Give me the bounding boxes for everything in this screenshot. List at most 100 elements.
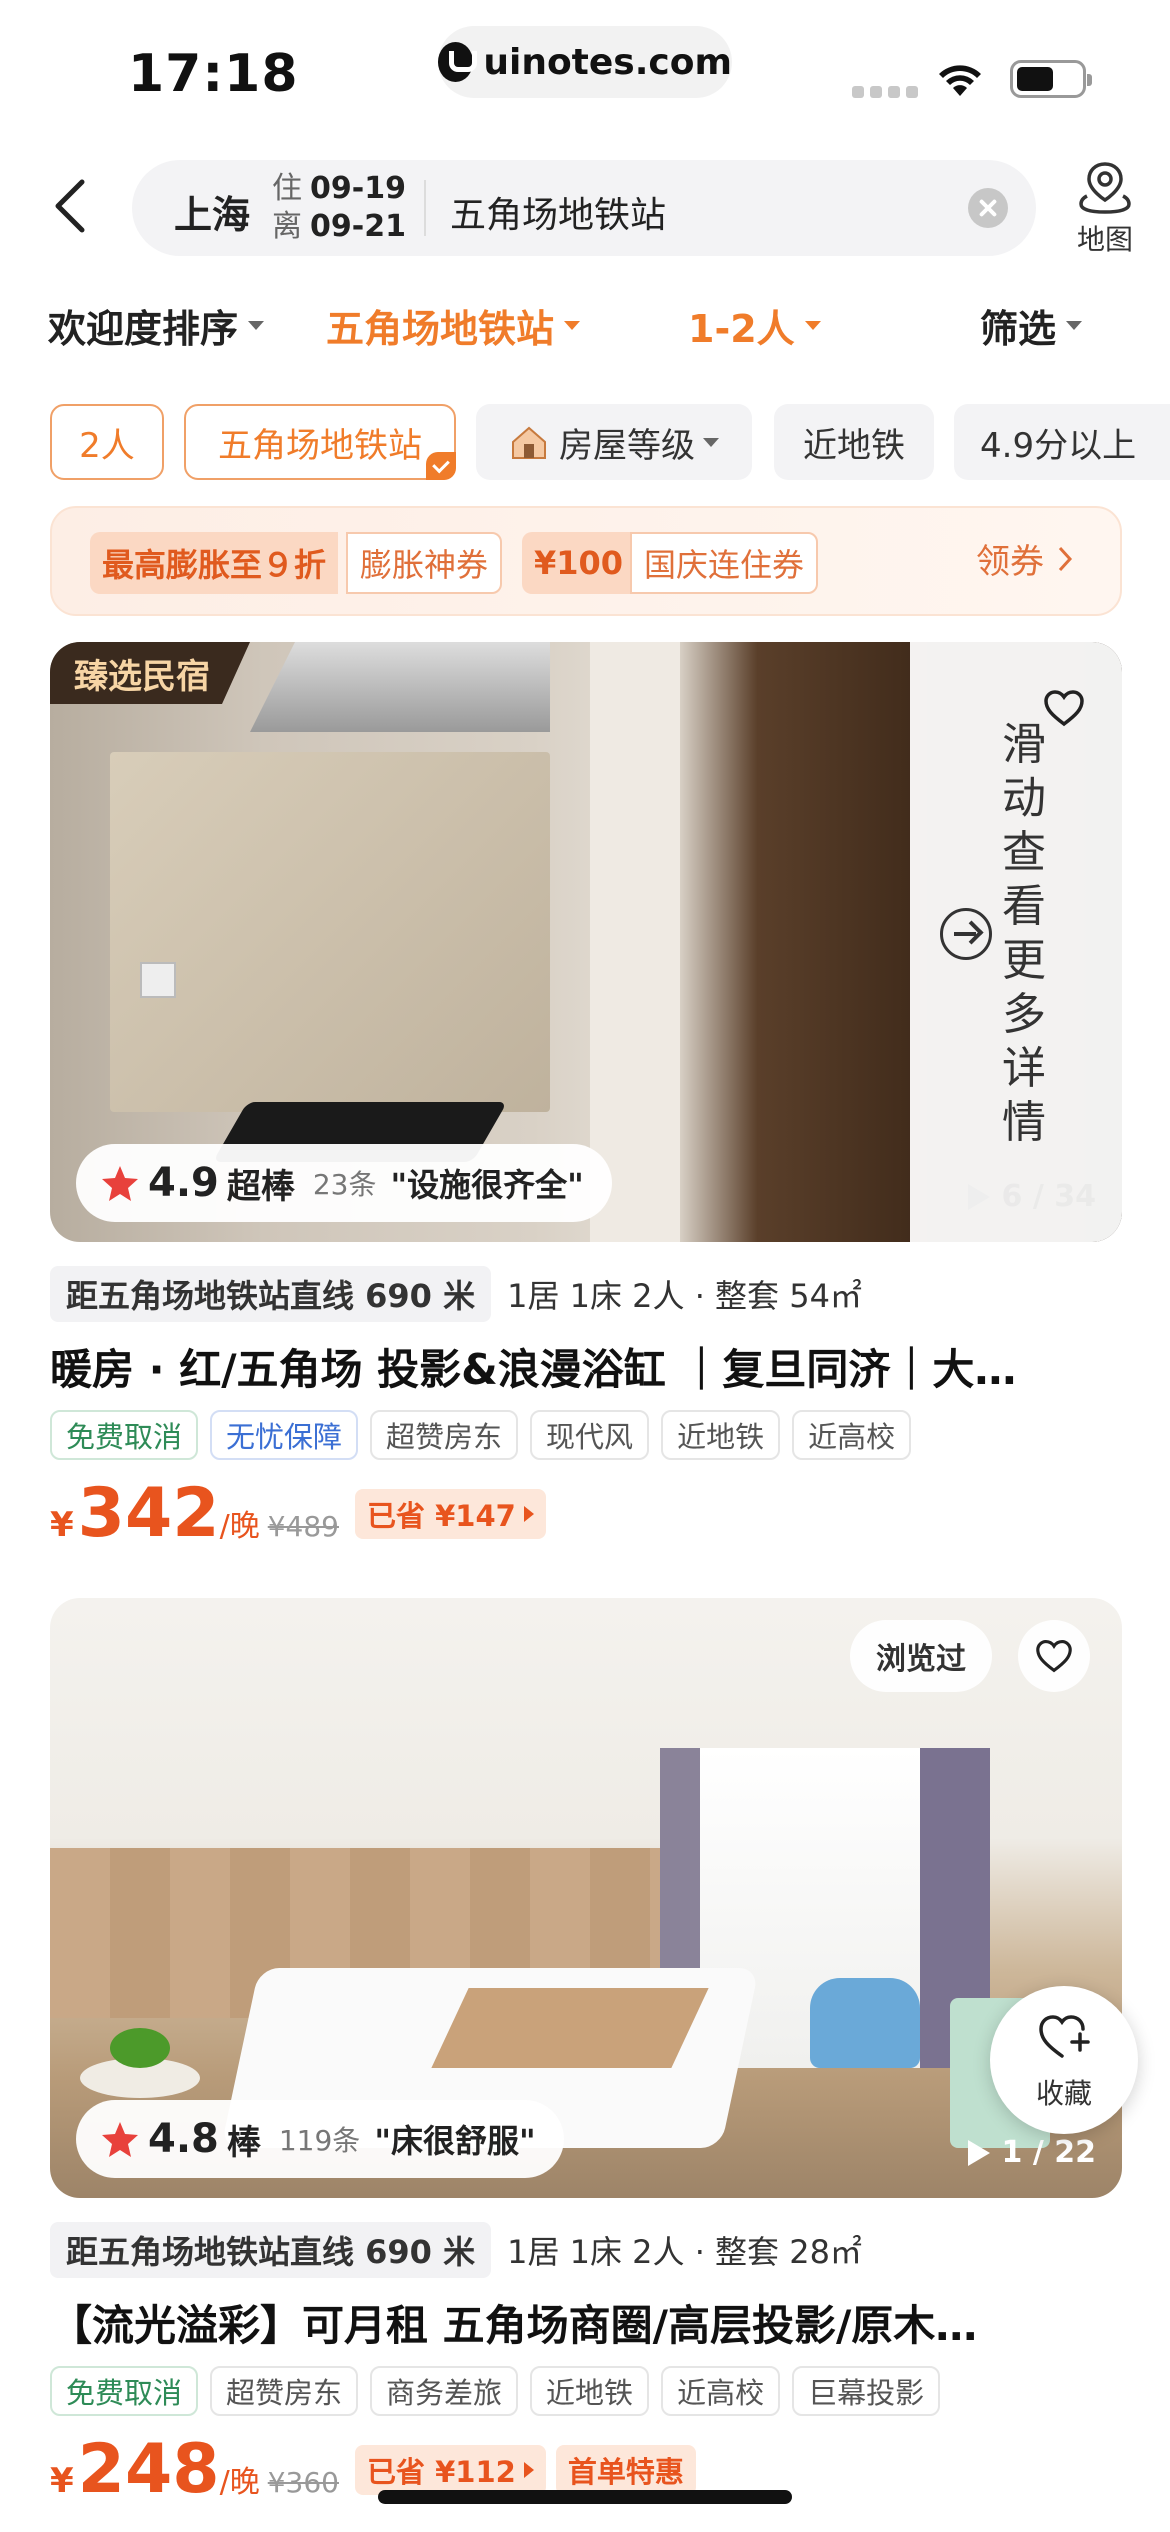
checkout-label: 离 <box>272 209 302 244</box>
collect-button[interactable]: 收藏 <box>990 1986 1138 2134</box>
tag: 近地铁 <box>661 1410 781 1460</box>
sort-popularity-label: 欢迎度排序 <box>48 307 239 351</box>
coupon-amount-tag: ¥100 <box>522 532 636 594</box>
tag: 近高校 <box>661 2366 781 2416</box>
listing-meta: 距五角场地铁站直线 690 米 1居 1床 2人 · 整套 54㎡ <box>50 1264 862 1324</box>
photo-counter: 1 / 22 <box>967 2135 1096 2170</box>
listing-title[interactable]: 暖房 · 红/五角场 投影&浪漫浴缸 ｜复旦同济｜大… <box>50 1336 1120 1397</box>
caret-down-icon <box>804 321 821 330</box>
rating-pill: 4.8 棒 119条 "床很舒服" <box>76 2100 564 2178</box>
status-time: 17:18 <box>128 44 299 104</box>
clear-icon[interactable] <box>968 188 1008 228</box>
url-pill[interactable]: uinotes.com <box>438 26 732 98</box>
tag: 免费取消 <box>50 1410 199 1460</box>
listing-title[interactable]: 【流光溢彩】可月租 五角场商圈/高层投影/原木… <box>50 2292 1120 2353</box>
chip-rating-4-9[interactable]: 4.9分以上 <box>954 404 1170 480</box>
search-bar[interactable]: 上海 住 09-19 离 09-21 五角场地铁站 <box>132 160 1036 256</box>
price: 342 <box>77 1474 220 1553</box>
wifi-icon <box>939 65 981 96</box>
chip-label: 房屋等级 <box>559 425 695 466</box>
battery-icon <box>1010 60 1092 98</box>
date-range[interactable]: 住 09-19 离 09-21 <box>272 170 406 246</box>
original-price: ¥360 <box>267 2466 339 2499</box>
favorite-button[interactable] <box>1018 1620 1090 1692</box>
price-row: ¥ 342 /晚 ¥489 已省 ¥147 <box>50 1474 546 1553</box>
photo-counter-text: 6 / 34 <box>1001 1179 1096 1214</box>
checkin-label: 住 <box>272 171 302 206</box>
coupon-boost-tag: 最高膨胀至９折 <box>90 532 339 594</box>
rating-word: 超棒 <box>226 1166 295 1207</box>
listing-photo[interactable]: 臻选民宿 滑动查看更多详情 6 / 34 4.9 超棒 23条 "设施很齐全" <box>50 642 1122 1242</box>
curated-badge: 臻选民宿 <box>50 642 250 704</box>
listing-tags: 免费取消 超赞房东 商务差旅 近地铁 近高校 巨幕投影 <box>50 2366 941 2416</box>
checkin-date: 09-19 <box>310 171 406 206</box>
chip-label: 五角场地铁站 <box>218 425 422 466</box>
tag: 商务差旅 <box>370 2366 519 2416</box>
swipe-more-text: 滑动查看更多详情 <box>1002 719 1046 1148</box>
sort-location-label: 五角场地铁站 <box>326 307 555 351</box>
currency: ¥ <box>50 1505 74 1545</box>
star-icon <box>102 1166 138 1201</box>
chip-near-metro[interactable]: 近地铁 <box>774 404 934 480</box>
saved-label: 已省 ¥112 <box>367 2454 516 2489</box>
chip-location[interactable]: 五角场地铁站 <box>184 404 456 480</box>
house-icon <box>512 426 546 459</box>
caret-down-icon <box>248 321 265 330</box>
cellular-signal-icon <box>852 86 918 98</box>
original-price: ¥489 <box>267 1510 339 1543</box>
sort-filter[interactable]: 筛选 <box>980 298 1083 353</box>
listing-photo[interactable]: 浏览过 1 / 22 4.8 棒 119条 "床很舒服" <box>50 1598 1122 2198</box>
chip-house-level[interactable]: 房屋等级 <box>476 404 752 480</box>
saved-badge[interactable]: 已省 ¥147 <box>355 1488 546 1539</box>
swipe-more-panel[interactable]: 滑动查看更多详情 <box>910 642 1122 1242</box>
tag: 无忧保障 <box>210 1410 359 1460</box>
photo-counter: 6 / 34 <box>967 1179 1096 1214</box>
tag: 超赞房东 <box>210 2366 359 2416</box>
search-divider <box>424 180 426 236</box>
distance-badge: 距五角场地铁站直线 690 米 <box>50 2222 492 2278</box>
viewed-badge: 浏览过 <box>850 1620 992 1692</box>
back-arrow-icon[interactable] <box>44 176 104 236</box>
coupon-banner[interactable]: 最高膨胀至９折 膨胀神券 ¥100 国庆连住券 领券 <box>50 506 1122 616</box>
city-label[interactable]: 上海 <box>174 184 250 239</box>
tag: 免费取消 <box>50 2366 199 2416</box>
photo-counter-text: 1 / 22 <box>1001 2135 1096 2170</box>
search-keyword[interactable]: 五角场地铁站 <box>450 186 666 238</box>
room-info: 1居 1床 2人 · 整套 54㎡ <box>507 1277 862 1315</box>
map-button[interactable]: 地图 <box>1060 160 1150 256</box>
arrow-right-circle-icon <box>940 908 992 960</box>
check-icon <box>426 452 456 480</box>
chip-label: 近地铁 <box>803 425 905 466</box>
heart-plus-icon <box>1039 2015 1090 2058</box>
tag: 近地铁 <box>530 2366 650 2416</box>
tag: 现代风 <box>530 1410 650 1460</box>
filter-chips: 2人 五角场地铁站 房屋等级 近地铁 4.9分以上 <box>0 404 1170 482</box>
sort-row: 欢迎度排序 五角场地铁站 1-2人 筛选 <box>0 298 1170 362</box>
distance-badge: 距五角场地铁站直线 690 米 <box>50 1266 492 1322</box>
home-indicator[interactable] <box>378 2490 792 2504</box>
listing-tags: 免费取消 无忧保障 超赞房东 现代风 近地铁 近高校 <box>50 1410 912 1460</box>
map-pin-icon <box>1079 162 1131 214</box>
first-order-deal-badge: 首单特惠 <box>555 2444 696 2495</box>
caret-down-icon <box>564 321 581 330</box>
per-night: /晚 <box>219 2465 260 2500</box>
room-info: 1居 1床 2人 · 整套 28㎡ <box>507 2233 862 2271</box>
rating-score: 4.8 <box>148 2116 219 2162</box>
chevron-right-icon <box>1058 546 1073 571</box>
chip-label: 2人 <box>79 425 135 466</box>
sort-location[interactable]: 五角场地铁站 <box>326 298 581 353</box>
star-icon <box>102 2122 138 2157</box>
saved-badge[interactable]: 已省 ¥112 <box>355 2444 546 2495</box>
chip-label: 4.9分以上 <box>980 425 1137 466</box>
sort-guests[interactable]: 1-2人 <box>688 298 821 353</box>
sort-popularity[interactable]: 欢迎度排序 <box>48 298 265 353</box>
status-bar: 17:18 uinotes.com <box>0 0 1170 140</box>
chip-2-guests[interactable]: 2人 <box>50 404 164 480</box>
get-coupon-button[interactable]: 领券 <box>976 534 1074 583</box>
play-icon <box>967 1183 990 1210</box>
rating-pill: 4.9 超棒 23条 "设施很齐全" <box>76 1144 612 1222</box>
rating-score: 4.9 <box>148 1160 219 1206</box>
per-night: /晚 <box>219 1509 260 1544</box>
review-count: 119条 <box>278 2124 361 2157</box>
sort-filter-label: 筛选 <box>980 307 1057 351</box>
